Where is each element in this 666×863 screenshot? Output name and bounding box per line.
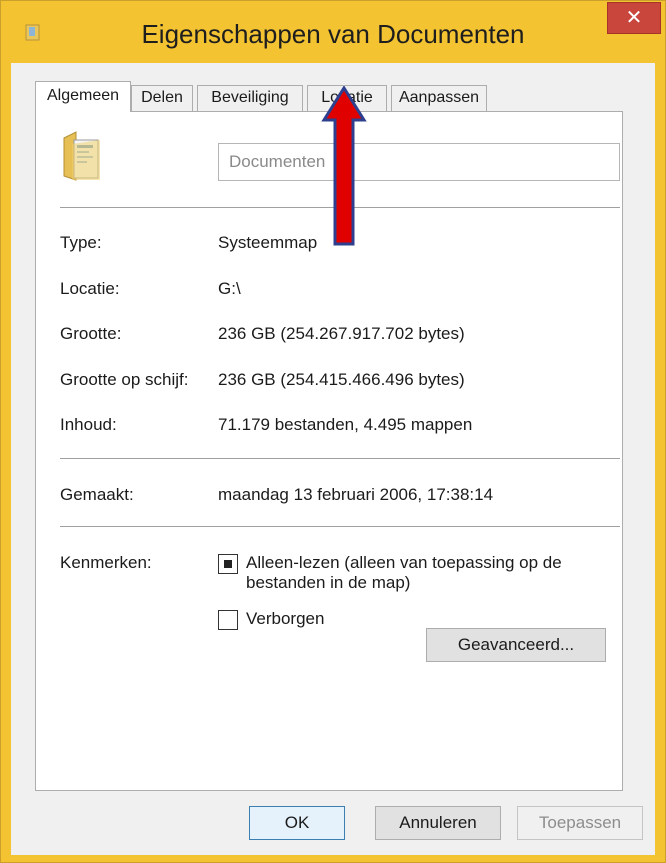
indeterminate-mark-icon bbox=[224, 560, 232, 568]
separator bbox=[60, 458, 620, 459]
size-value: 236 GB (254.267.917.702 bytes) bbox=[218, 324, 465, 343]
red-up-arrow-icon bbox=[321, 86, 367, 246]
ok-button[interactable]: OK bbox=[249, 806, 345, 840]
size-label: Grootte: bbox=[60, 324, 122, 343]
advanced-button[interactable]: Geavanceerd... bbox=[426, 628, 606, 662]
tab-delen[interactable]: Delen bbox=[131, 85, 193, 111]
location-label: Locatie: bbox=[60, 279, 120, 298]
hidden-label[interactable]: Verborgen bbox=[246, 609, 324, 629]
type-value: Systeemmap bbox=[218, 233, 318, 252]
tab-beveiliging[interactable]: Beveiliging bbox=[197, 85, 303, 111]
tab-algemeen[interactable]: Algemeen bbox=[35, 81, 131, 112]
separator bbox=[60, 526, 620, 527]
readonly-label-line2[interactable]: bestanden in de map) bbox=[246, 573, 410, 593]
size-on-disk-value: 236 GB (254.415.466.496 bytes) bbox=[218, 370, 465, 389]
apply-button: Toepassen bbox=[517, 806, 643, 840]
documents-folder-icon bbox=[63, 131, 100, 181]
contents-label: Inhoud: bbox=[60, 415, 117, 434]
attributes-label: Kenmerken: bbox=[60, 553, 152, 572]
location-value: G:\ bbox=[218, 279, 241, 298]
readonly-checkbox[interactable] bbox=[218, 554, 238, 574]
size-on-disk-label: Grootte op schijf: bbox=[60, 370, 189, 389]
close-button[interactable]: ✕ bbox=[607, 2, 661, 34]
cancel-button[interactable]: Annuleren bbox=[375, 806, 501, 840]
folder-name-input[interactable]: Documenten bbox=[218, 143, 620, 181]
contents-value: 71.179 bestanden, 4.495 mappen bbox=[218, 415, 473, 434]
title-bar[interactable]: Eigenschappen van Documenten ✕ bbox=[1, 1, 665, 63]
readonly-label-line1[interactable]: Alleen-lezen (alleen van toepassing op d… bbox=[246, 553, 562, 573]
hidden-checkbox[interactable] bbox=[218, 610, 238, 630]
tab-aanpassen[interactable]: Aanpassen bbox=[391, 85, 487, 111]
properties-window: Eigenschappen van Documenten ✕ Algemeen … bbox=[0, 0, 666, 863]
type-label: Type: bbox=[60, 233, 102, 252]
created-label: Gemaakt: bbox=[60, 485, 134, 504]
window-title: Eigenschappen van Documenten bbox=[141, 19, 525, 49]
created-value: maandag 13 februari 2006, 17:38:14 bbox=[218, 485, 494, 504]
